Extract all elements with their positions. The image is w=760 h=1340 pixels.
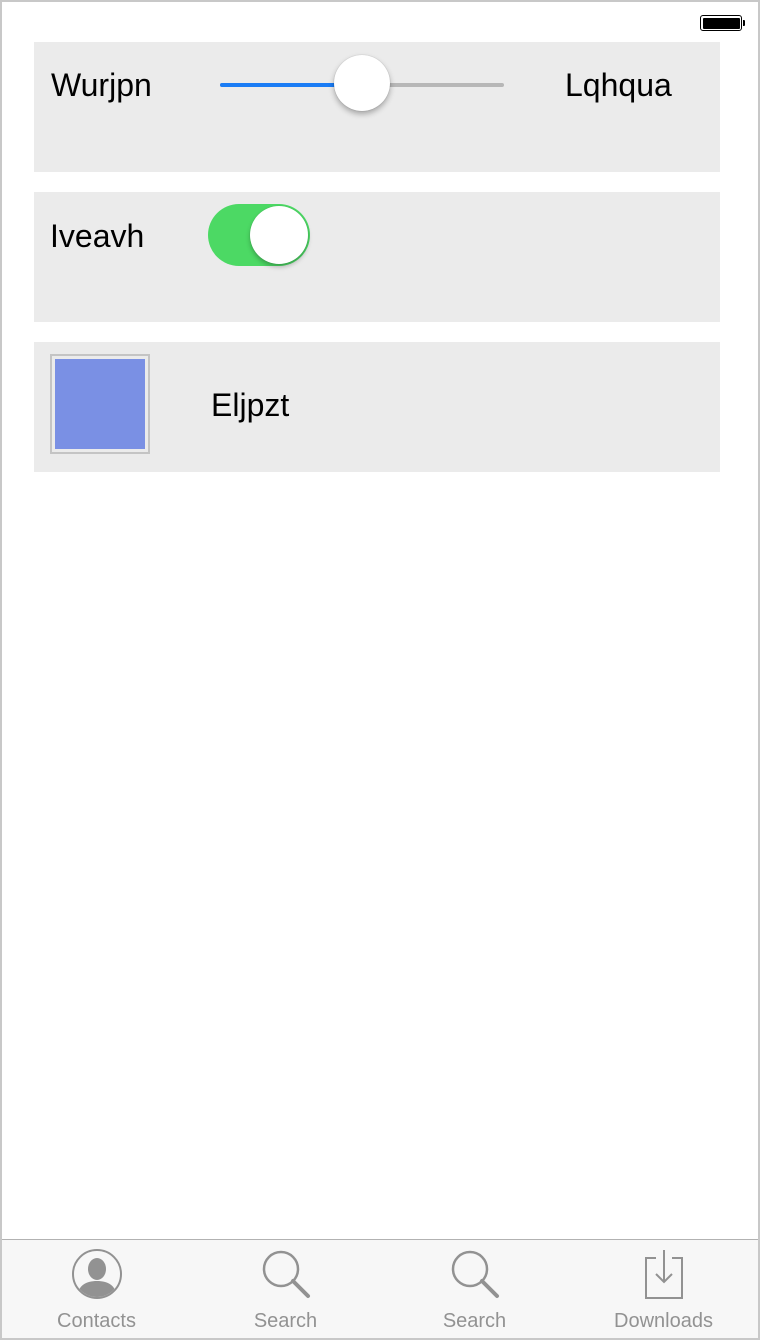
color-swatch-fill [55,359,145,449]
toggle-switch[interactable] [208,204,310,266]
color-label: Eljpzt [211,387,290,423]
downloads-icon [644,1250,683,1299]
status-bar [2,2,758,42]
search-icon [262,1250,310,1298]
search-icon [451,1250,499,1298]
tab-downloads[interactable]: Downloads [569,1240,758,1338]
tab-label: Search [442,1310,507,1332]
tab-search[interactable]: Search [191,1240,380,1338]
tab-label: Search [253,1310,318,1332]
slider-row: Wurjpn Lqhqua [34,42,720,172]
slider-min-label: Wurjpn [51,67,152,103]
battery-full-icon [700,15,745,31]
contacts-icon [71,1249,122,1299]
toggle-label: Iveavh [50,218,145,254]
phone-screen: Wurjpn Lqhqua Iveavh Eljpzt Contacts Sea… [0,0,760,1340]
slider-thumb[interactable] [334,55,390,111]
tab-search-2[interactable]: Search [380,1240,569,1338]
tab-label: Downloads [614,1310,713,1332]
color-row: Eljpzt [34,342,720,472]
toggle-row: Iveavh [34,192,720,322]
slider-max-label: Lqhqua [565,67,672,103]
tab-contacts[interactable]: Contacts [2,1240,191,1338]
color-swatch[interactable] [50,354,150,454]
toggle-knob [250,206,308,264]
tab-label: Contacts [57,1310,136,1332]
tab-bar: Contacts Search Search Downloads [2,1239,758,1338]
